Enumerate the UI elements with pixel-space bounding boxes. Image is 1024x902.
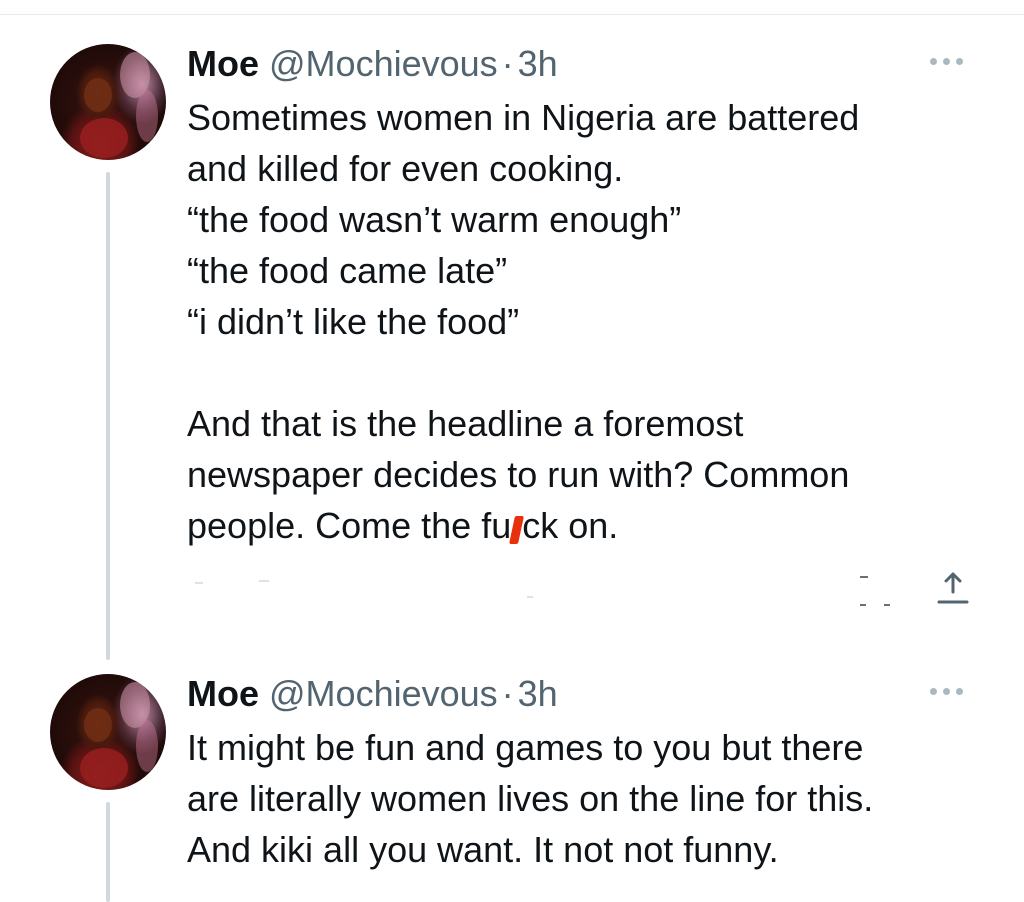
- tweet-line: and killed for even cooking.: [187, 148, 624, 189]
- display-name[interactable]: Moe: [187, 43, 259, 84]
- separator-dot: ·: [501, 673, 514, 714]
- tweet-line: are literally women lives on the line fo…: [187, 778, 874, 819]
- tweet-header: Moe @Mochievous · 3h: [187, 672, 558, 716]
- avatar[interactable]: [50, 674, 166, 790]
- user-handle[interactable]: @Mochievous: [269, 673, 498, 714]
- tweet-line: “i didn’t like the food”: [187, 301, 520, 342]
- timestamp[interactable]: 3h: [518, 43, 558, 84]
- tweet-header: Moe @Mochievous · 3h: [187, 42, 558, 86]
- tweet-line: And that is the headline a foremost: [187, 403, 744, 444]
- views-icon[interactable]: [860, 576, 868, 578]
- action-bar: [187, 568, 977, 618]
- tweet-line: “the food wasn’t warm enough”: [187, 199, 682, 240]
- like-icon[interactable]: [527, 596, 533, 598]
- user-handle[interactable]: @Mochievous: [269, 43, 498, 84]
- tweet-text: It might be fun and games to you but the…: [187, 722, 977, 875]
- tweet-line: “the food came late”: [187, 250, 508, 291]
- tweet-text: Sometimes women in Nigeria are battered …: [187, 92, 977, 551]
- tweet-line: Sometimes women in Nigeria are battered: [187, 97, 860, 138]
- tweet-line: And kiki all you want. It not not funny.: [187, 829, 779, 870]
- tweet[interactable]: Moe @Mochievous · 3h It might be fun and g…: [0, 670, 1024, 902]
- thread-line: [106, 802, 110, 902]
- top-divider: [0, 14, 1024, 15]
- bookmark-icon-edge: [884, 604, 890, 606]
- retweet-icon[interactable]: [259, 580, 269, 582]
- tweet-line-last: people. Come the fu ck on.: [187, 500, 977, 551]
- thread-line: [106, 172, 110, 660]
- separator-dot: ·: [501, 43, 514, 84]
- timestamp[interactable]: 3h: [518, 673, 558, 714]
- more-horizontal-icon[interactable]: [930, 54, 972, 68]
- display-name[interactable]: Moe: [187, 673, 259, 714]
- tweet-line: newspaper decides to run with? Common: [187, 454, 850, 495]
- tweet-text-fragment: ck on.: [522, 505, 619, 546]
- tweet-line: It might be fun and games to you but the…: [187, 727, 864, 768]
- avatar[interactable]: [50, 44, 166, 160]
- tweet-text-fragment: people. Come the fu: [187, 505, 512, 546]
- tweet[interactable]: Moe @Mochievous · 3h Sometimes women in Ni…: [0, 40, 1024, 660]
- share-icon[interactable]: [936, 572, 970, 606]
- reply-icon[interactable]: [195, 582, 203, 584]
- more-horizontal-icon[interactable]: [930, 684, 972, 698]
- bookmark-icon[interactable]: [860, 604, 866, 606]
